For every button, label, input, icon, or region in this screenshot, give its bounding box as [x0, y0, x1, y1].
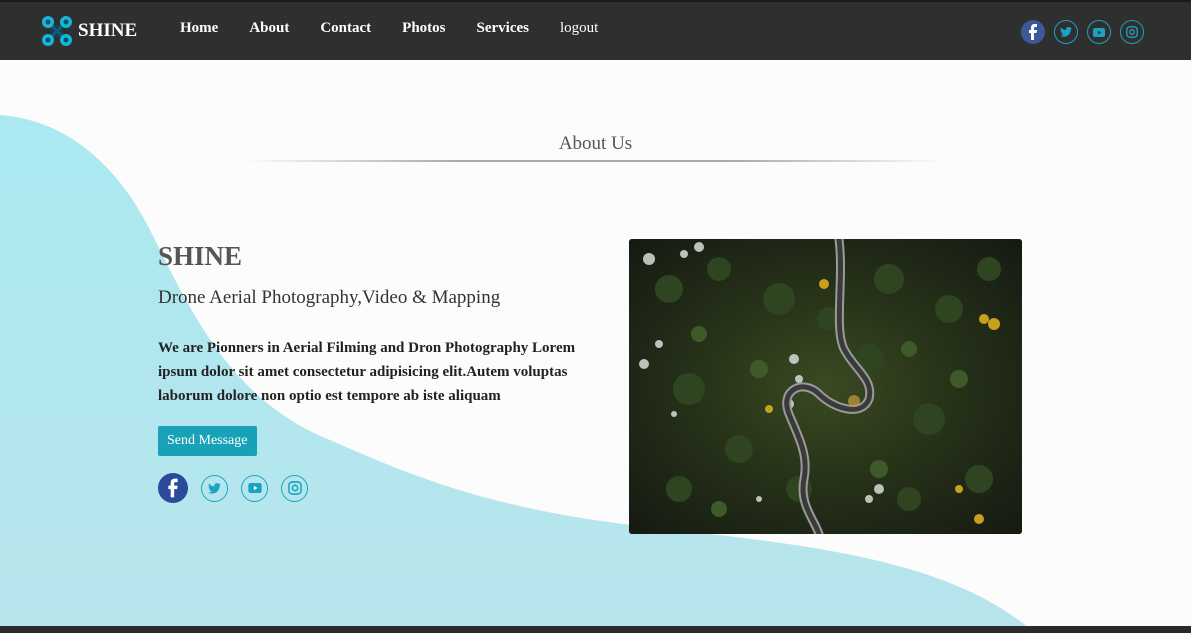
instagram-icon[interactable]	[281, 474, 308, 502]
about-social-links	[158, 473, 598, 503]
company-name: SHINE	[158, 241, 243, 271]
nav-home[interactable]: Home	[180, 20, 218, 37]
bottom-bar	[0, 626, 1191, 633]
navbar: SHINE Home About Contact Photos Services…	[0, 0, 1191, 60]
youtube-icon[interactable]	[1087, 20, 1111, 44]
photo-illustration	[629, 239, 1022, 534]
section-title: About Us	[558, 133, 633, 154]
twitter-icon[interactable]	[1054, 20, 1078, 44]
instagram-icon[interactable]	[1120, 20, 1144, 44]
nav-services[interactable]: Services	[477, 20, 529, 37]
brand[interactable]: SHINE	[40, 14, 137, 48]
nav-logout[interactable]: logout	[560, 20, 598, 37]
nav-photos[interactable]: Photos	[402, 20, 445, 37]
nav-contact[interactable]: Contact	[320, 20, 371, 37]
facebook-icon[interactable]	[1021, 20, 1045, 44]
tagline: Drone Aerial Photography,Video & Mapping	[158, 287, 501, 308]
facebook-icon[interactable]	[158, 473, 188, 503]
nav-social-links	[1021, 20, 1144, 44]
brand-name: SHINE	[78, 20, 138, 41]
aerial-forest-road-photo	[629, 239, 1022, 534]
send-message-button[interactable]: Send Message	[158, 426, 257, 456]
about-content: SHINE Drone Aerial Photography,Video & M…	[158, 240, 598, 503]
nav-menu: Home About Contact Photos Services logou…	[180, 20, 598, 37]
about-description: We are Pionners in Aerial Filming and Dr…	[158, 340, 576, 404]
twitter-icon[interactable]	[201, 474, 228, 502]
youtube-icon[interactable]	[241, 474, 268, 502]
title-divider	[245, 160, 945, 162]
drone-icon	[42, 16, 72, 46]
nav-about[interactable]: About	[249, 20, 289, 37]
